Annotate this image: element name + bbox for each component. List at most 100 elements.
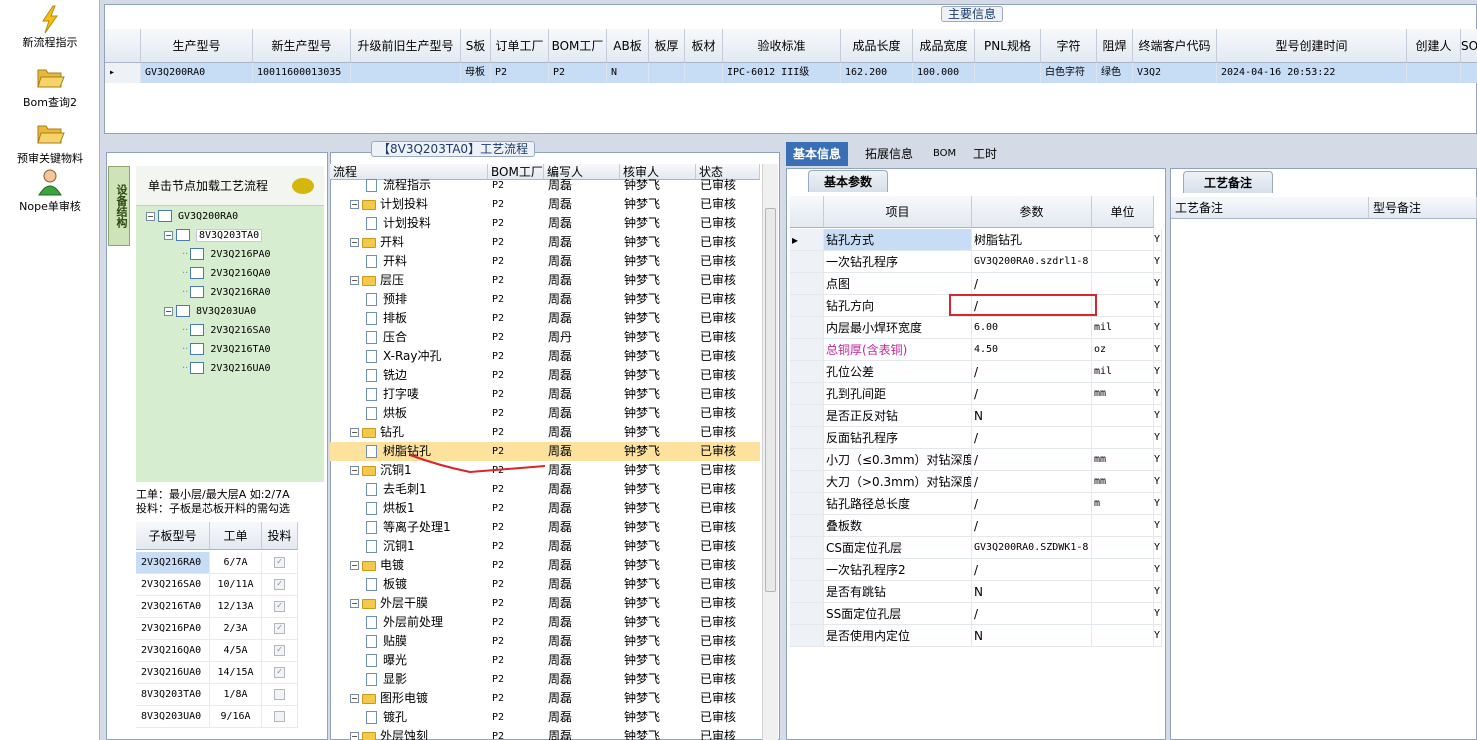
sub-board-order[interactable]: 14/15A [210, 662, 262, 684]
process-row[interactable]: 树脂钻孔 P2 周磊 钟梦飞 已审核 [330, 442, 760, 461]
param-row[interactable]: 叠板数 / Y [790, 515, 1162, 537]
grid-cell[interactable]: IPC-6012 III级 [723, 63, 841, 83]
param-value[interactable]: 6.00 [972, 317, 1092, 339]
column-header[interactable]: BOM工厂 [549, 29, 607, 63]
process-row[interactable]: 去毛刺1 P2 周磊 钟梦飞 已审核 [330, 480, 760, 499]
grid-cell[interactable]: 2024-04-16 20:53:22 [1217, 63, 1407, 83]
launcher-item[interactable]: 新流程指示 [0, 4, 100, 50]
collapse-toggle-icon[interactable]: − [350, 466, 359, 475]
grid-cell[interactable]: 白色字符 [1041, 63, 1097, 83]
sub-board-model[interactable]: 2V3Q216SA0 [136, 574, 210, 596]
column-header[interactable]: 阻焊 [1097, 29, 1133, 63]
sub-board-order[interactable]: 9/16A [210, 706, 262, 728]
info-tab[interactable]: 基本信息 [786, 142, 849, 166]
feed-checkbox[interactable]: ✓ [274, 600, 285, 612]
param-row[interactable]: 钻孔路径总长度 / m Y [790, 493, 1162, 515]
process-row[interactable]: − 开料 P2 周磊 钟梦飞 已审核 [330, 233, 760, 252]
param-row[interactable]: 内层最小焊环宽度 6.00 mil Y [790, 317, 1162, 339]
column-header[interactable]: 创建人 [1407, 29, 1461, 63]
param-value[interactable]: / [972, 471, 1092, 493]
column-header[interactable]: 成品宽度 [913, 29, 975, 63]
param-value[interactable]: N [972, 581, 1092, 603]
param-value[interactable]: / [972, 273, 1092, 295]
param-value[interactable]: GV3Q200RA0.szdrl1-8 [972, 251, 1092, 273]
column-header[interactable]: 生产型号 [141, 29, 253, 63]
process-row[interactable]: 外层前处理 P2 周磊 钟梦飞 已审核 [330, 613, 760, 632]
sub-board-model[interactable]: 8V3Q203UA0 [136, 706, 210, 728]
column-header[interactable]: 订单工厂 [491, 29, 549, 63]
feed-checkbox[interactable]: ✓ [274, 578, 285, 590]
tree-node[interactable]: ·· 2V3Q216TA0 [182, 341, 271, 359]
feed-checkbox[interactable] [274, 688, 285, 700]
sub-board-order[interactable]: 6/7A [210, 552, 262, 574]
param-row[interactable]: CS面定位孔层 GV3Q200RA0.SZDWK1-8 Y [790, 537, 1162, 559]
param-value[interactable]: / [972, 383, 1092, 405]
process-row[interactable]: − 计划投料 P2 周磊 钟梦飞 已审核 [330, 195, 760, 214]
param-row[interactable]: 是否有跳钻 N Y [790, 581, 1162, 603]
sub-board-order[interactable]: 1/8A [210, 684, 262, 706]
process-row[interactable]: 铣边 P2 周磊 钟梦飞 已审核 [330, 366, 760, 385]
param-row[interactable]: SS面定位孔层 / Y [790, 603, 1162, 625]
feed-checkbox[interactable] [274, 710, 285, 722]
feed-checkbox[interactable]: ✓ [274, 666, 285, 678]
sub-board-order[interactable]: 2/3A [210, 618, 262, 640]
column-header[interactable]: 升级前旧生产型号 [351, 29, 461, 63]
param-value[interactable]: 4.50 [972, 339, 1092, 361]
collapse-toggle-icon[interactable]: − [350, 428, 359, 437]
sub-board-model[interactable]: 2V3Q216TA0 [136, 596, 210, 618]
sub-board-model[interactable]: 2V3Q216PA0 [136, 618, 210, 640]
param-value[interactable]: GV3Q200RA0.SZDWK1-8 [972, 537, 1092, 559]
collapse-toggle-icon[interactable]: − [164, 230, 173, 240]
grid-cell[interactable] [351, 63, 461, 83]
grid-cell[interactable]: 绿色 [1097, 63, 1133, 83]
column-header[interactable]: 型号创建时间 [1217, 29, 1407, 63]
grid-cell[interactable]: 100.000 [913, 63, 975, 83]
grid-cell[interactable] [1407, 63, 1461, 83]
grid-cell[interactable]: P2 [549, 63, 607, 83]
tree-node[interactable]: − 8V3Q203TA0 [164, 227, 263, 245]
process-row[interactable]: 烘板 P2 周磊 钟梦飞 已审核 [330, 404, 760, 423]
collapse-toggle-icon[interactable]: − [350, 238, 359, 247]
process-row[interactable]: − 外层蚀刻 P2 周磊 钟梦飞 已审核 [330, 727, 760, 740]
collapse-toggle-icon[interactable]: − [146, 211, 155, 221]
feed-checkbox[interactable]: ✓ [274, 622, 285, 634]
process-row[interactable]: − 层压 P2 周磊 钟梦飞 已审核 [330, 271, 760, 290]
param-value[interactable]: / [972, 449, 1092, 471]
param-value[interactable]: / [972, 515, 1092, 537]
process-row[interactable]: − 电镀 P2 周磊 钟梦飞 已审核 [330, 556, 760, 575]
param-value[interactable]: N [972, 405, 1092, 427]
collapse-toggle-icon[interactable]: − [350, 599, 359, 608]
column-header[interactable]: 板材 [685, 29, 723, 63]
param-row[interactable]: 总铜厚(含表铜) 4.50 oz Y [790, 339, 1162, 361]
param-row[interactable]: 是否正反对钻 N Y [790, 405, 1162, 427]
launcher-item[interactable]: Nope单审核 [0, 168, 100, 214]
tree-node[interactable]: − GV3Q200RA0 [146, 208, 238, 226]
feed-checkbox[interactable]: ✓ [274, 644, 285, 656]
process-row[interactable]: 曝光 P2 周磊 钟梦飞 已审核 [330, 651, 760, 670]
grid-cell[interactable]: P2 [491, 63, 549, 83]
process-row[interactable]: − 外层干膜 P2 周磊 钟梦飞 已审核 [330, 594, 760, 613]
collapse-toggle-icon[interactable]: − [164, 306, 173, 316]
tree-node[interactable]: ·· 2V3Q216SA0 [182, 322, 271, 340]
info-tab[interactable]: BOM [926, 142, 963, 166]
tree-node[interactable]: ·· 2V3Q216QA0 [182, 265, 271, 283]
sub-board-model[interactable]: 2V3Q216RA0 [136, 552, 210, 574]
info-tab[interactable]: 拓展信息 [858, 142, 920, 166]
column-header[interactable]: S板 [461, 29, 491, 63]
column-header[interactable]: 字符 [1041, 29, 1097, 63]
process-row[interactable]: 排板 P2 周磊 钟梦飞 已审核 [330, 309, 760, 328]
process-scroll-thumb[interactable] [765, 208, 776, 592]
process-row[interactable]: 打字唛 P2 周磊 钟梦飞 已审核 [330, 385, 760, 404]
param-row[interactable]: 是否使用内定位 N Y [790, 625, 1162, 647]
grid-cell[interactable] [975, 63, 1041, 83]
collapse-toggle-icon[interactable]: − [350, 200, 359, 209]
params-column-header[interactable]: 单位 [1092, 196, 1154, 228]
grid-cell[interactable]: 162.200 [841, 63, 913, 83]
tab-process-remarks[interactable]: 工艺备注 [1183, 171, 1273, 193]
process-row[interactable]: 等离子处理1 P2 周磊 钟梦飞 已审核 [330, 518, 760, 537]
sub-board-order[interactable]: 10/11A [210, 574, 262, 596]
tree-node[interactable]: ·· 2V3Q216RA0 [182, 284, 271, 302]
grid-cell[interactable] [649, 63, 685, 83]
process-row[interactable]: 烘板1 P2 周磊 钟梦飞 已审核 [330, 499, 760, 518]
grid-cell[interactable]: 母板 [461, 63, 491, 83]
